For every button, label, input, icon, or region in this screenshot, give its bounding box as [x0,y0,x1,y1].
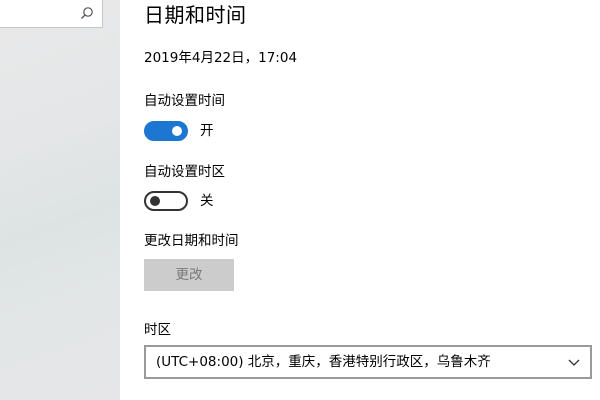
navigation-pane [0,0,120,400]
current-datetime: 2019年4月22日，17:04 [144,50,298,66]
page-title: 日期和时间 [144,3,247,27]
timezone-label: 时区 [144,322,171,338]
auto-timezone-row: 关 [144,191,214,211]
settings-window: 日期和时间 2019年4月22日，17:04 自动设置时间 开 自动设置时区 关… [0,0,600,400]
chevron-down-icon [568,359,580,366]
auto-timezone-toggle[interactable] [144,191,188,211]
timezone-value: (UTC+08:00) 北京，重庆，香港特别行政区，乌鲁木齐 [156,354,491,370]
auto-timezone-state: 关 [200,193,214,209]
auto-time-label: 自动设置时间 [144,93,225,109]
main-content: 日期和时间 2019年4月22日，17:04 自动设置时间 开 自动设置时区 关… [120,0,600,400]
change-datetime-label: 更改日期和时间 [144,233,239,249]
toggle-knob [172,126,182,136]
search-box[interactable] [0,0,103,28]
auto-time-row: 开 [144,121,214,141]
change-button[interactable]: 更改 [144,259,234,291]
timezone-dropdown[interactable]: (UTC+08:00) 北京，重庆，香港特别行政区，乌鲁木齐 [144,345,592,379]
auto-time-toggle[interactable] [144,121,188,141]
search-icon[interactable] [80,6,94,20]
auto-time-state: 开 [200,123,214,139]
auto-timezone-label: 自动设置时区 [144,164,225,180]
toggle-knob [150,196,160,206]
